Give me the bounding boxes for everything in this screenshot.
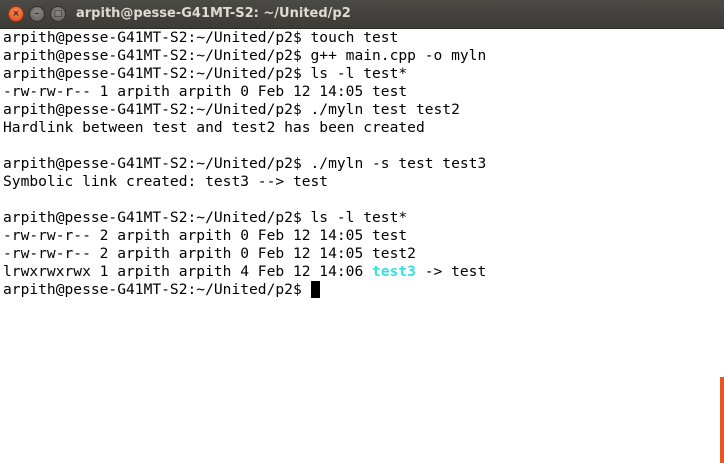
vertical-scrollbar[interactable] (720, 29, 724, 463)
terminal-line: arpith@pesse-G41MT-S2:~/United/p2$ ./myl… (3, 155, 487, 172)
terminal-line: -rw-rw-r-- 2 arpith arpith 0 Feb 12 14:0… (3, 227, 408, 244)
text-cursor (310, 281, 320, 298)
maximize-button[interactable]: □ (50, 6, 66, 22)
minimize-icon: – (34, 8, 40, 19)
terminal-line: arpith@pesse-G41MT-S2:~/United/p2$ ./myl… (3, 101, 460, 118)
terminal-line: arpith@pesse-G41MT-S2:~/United/p2$ touch… (3, 29, 399, 46)
terminal-line: -rw-rw-r-- 1 arpith arpith 0 Feb 12 14:0… (3, 83, 408, 100)
terminal-line: -rw-rw-r-- 2 arpith arpith 0 Feb 12 14:0… (3, 245, 416, 262)
symlink-name: test3 (372, 263, 416, 280)
window-title: arpith@pesse-G41MT-S2: ~/United/p2 (76, 6, 351, 21)
scrollbar-thumb[interactable] (720, 377, 724, 463)
prompt-line[interactable]: arpith@pesse-G41MT-S2:~/United/p2$ (3, 281, 703, 299)
shell-prompt: arpith@pesse-G41MT-S2:~/United/p2$ (3, 281, 311, 298)
terminal-line: arpith@pesse-G41MT-S2:~/United/p2$ ls -l… (3, 65, 408, 82)
terminal-line: arpith@pesse-G41MT-S2:~/United/p2$ ls -l… (3, 209, 408, 226)
maximize-icon: □ (53, 8, 63, 19)
terminal-line: Symbolic link created: test3 --> test (3, 173, 329, 190)
terminal-line: Hardlink between test and test2 has been… (3, 119, 425, 136)
terminal-window: × – □ arpith@pesse-G41MT-S2: ~/United/p2… (0, 0, 724, 463)
title-bar[interactable]: × – □ arpith@pesse-G41MT-S2: ~/United/p2 (0, 0, 724, 29)
symlink-listing-line: lrwxrwxrwx 1 arpith arpith 4 Feb 12 14:0… (3, 263, 703, 281)
symlink-line-prefix: lrwxrwxrwx 1 arpith arpith 4 Feb 12 14:0… (3, 263, 373, 280)
terminal-line: arpith@pesse-G41MT-S2:~/United/p2$ g++ m… (3, 47, 487, 64)
symlink-line-suffix: -> test (415, 263, 487, 280)
minimize-button[interactable]: – (29, 6, 45, 22)
terminal-output[interactable]: arpith@pesse-G41MT-S2:~/United/p2$ touch… (3, 29, 703, 463)
close-button[interactable]: × (8, 6, 24, 22)
close-icon: × (12, 8, 20, 19)
